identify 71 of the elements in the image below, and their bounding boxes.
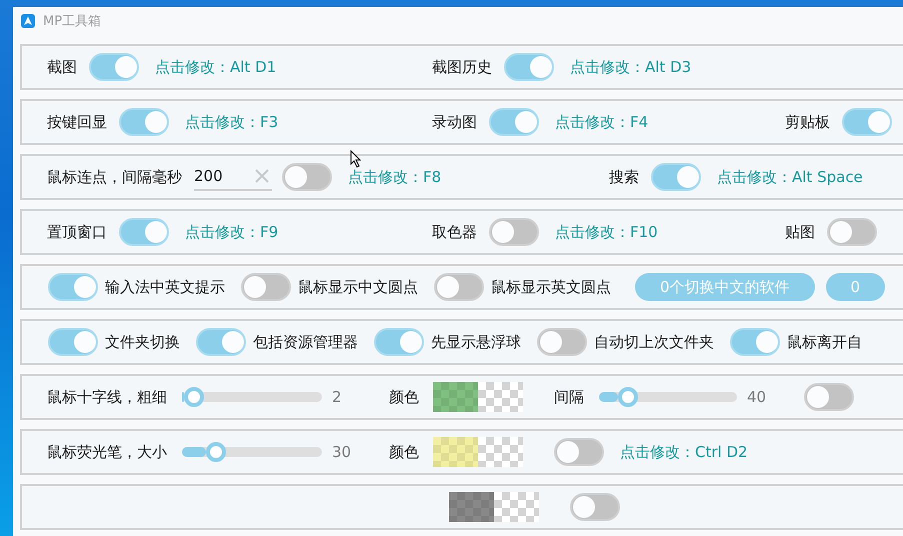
hotkey-link[interactable]: 点击修改：F4 xyxy=(555,112,648,132)
hotkey-link[interactable]: 点击修改：F3 xyxy=(185,112,278,132)
toggle-switch[interactable] xyxy=(651,163,701,191)
toggle-switch[interactable] xyxy=(504,53,554,81)
toggle-switch[interactable] xyxy=(842,108,892,136)
app-list-button[interactable]: 0个切换中文的软件 xyxy=(635,273,815,301)
toggle-switch[interactable] xyxy=(196,328,246,356)
toggle-switch[interactable] xyxy=(434,273,484,301)
toggle-switch[interactable] xyxy=(489,218,539,246)
setting-label: 先显示悬浮球 xyxy=(431,332,521,352)
setting-label: 鼠标十字线，粗细 xyxy=(47,388,167,406)
toggle-switch[interactable] xyxy=(282,163,332,191)
toggle-switch[interactable] xyxy=(89,53,139,81)
slider-value: 2 xyxy=(332,388,343,406)
toggle-switch[interactable] xyxy=(554,438,604,466)
hotkey-link[interactable]: 点击修改：Alt D3 xyxy=(570,58,692,76)
toggle-switch[interactable] xyxy=(827,218,877,246)
app-list-button[interactable]: 0 xyxy=(826,273,886,301)
input-field[interactable]: 200 xyxy=(194,163,272,191)
slider-thumb[interactable] xyxy=(618,387,638,407)
slider-value: 40 xyxy=(747,388,768,406)
setting-label: 鼠标荧光笔，大小 xyxy=(47,442,167,462)
setting-label: 取色器 xyxy=(432,222,477,242)
clear-icon[interactable] xyxy=(254,168,270,184)
setting-label: 截图历史 xyxy=(432,58,492,76)
setting-label: 录动图 xyxy=(432,112,477,132)
toggle-switch[interactable] xyxy=(48,328,98,356)
slider-thumb[interactable] xyxy=(184,387,204,407)
color-swatch[interactable] xyxy=(433,437,523,467)
setting-label: 颜色 xyxy=(389,442,419,462)
hotkey-link[interactable]: 点击修改：F10 xyxy=(555,222,658,242)
setting-label: 搜索 xyxy=(609,168,639,186)
toggle-switch[interactable] xyxy=(48,273,98,301)
hotkey-link[interactable]: 点击修改：F8 xyxy=(348,168,442,186)
color-swatch[interactable] xyxy=(449,492,539,522)
slider-fill xyxy=(599,392,618,402)
setting-label: 鼠标显示英文圆点 xyxy=(491,278,611,296)
slider-value: 30 xyxy=(332,443,352,461)
color-swatch[interactable] xyxy=(433,382,523,412)
hotkey-link[interactable]: 点击修改：Ctrl D2 xyxy=(620,442,748,462)
hotkey-link[interactable]: 点击修改：F9 xyxy=(185,222,278,242)
slider-fill xyxy=(182,392,184,402)
window-title: MP工具箱 xyxy=(43,13,102,30)
toggle-switch[interactable] xyxy=(804,383,854,411)
hotkey-link[interactable]: 点击修改：Alt D1 xyxy=(155,58,276,76)
setting-label: 包括资源管理器 xyxy=(253,332,358,352)
setting-label: 鼠标离开自 xyxy=(787,332,862,352)
setting-label: 按键回显 xyxy=(47,112,107,132)
hotkey-link[interactable]: 点击修改：Alt Space xyxy=(717,168,863,186)
setting-label: 颜色 xyxy=(389,388,419,406)
setting-label: 文件夹切换 xyxy=(105,332,180,352)
setting-label: 间隔 xyxy=(554,388,584,406)
toggle-switch[interactable] xyxy=(241,273,291,301)
toggle-switch[interactable] xyxy=(570,493,620,521)
slider-thumb[interactable] xyxy=(206,442,226,462)
toggle-switch[interactable] xyxy=(119,108,169,136)
toggle-switch[interactable] xyxy=(489,108,539,136)
setting-label: 鼠标显示中文圆点 xyxy=(298,278,418,296)
setting-label: 鼠标连点，间隔毫秒 xyxy=(47,168,182,186)
toggle-switch[interactable] xyxy=(730,328,780,356)
setting-label: 置顶窗口 xyxy=(47,222,107,242)
setting-label: 截图 xyxy=(47,58,77,76)
setting-label: 输入法中英文提示 xyxy=(105,278,225,296)
toggle-switch[interactable] xyxy=(119,218,169,246)
toggle-switch[interactable] xyxy=(374,328,424,356)
setting-label: 自动切上次文件夹 xyxy=(594,332,714,352)
slider-fill xyxy=(182,447,206,457)
setting-label: 剪贴板 xyxy=(785,112,830,132)
app-logo-icon xyxy=(21,14,35,28)
setting-label: 贴图 xyxy=(785,222,815,242)
toggle-switch[interactable] xyxy=(537,328,587,356)
